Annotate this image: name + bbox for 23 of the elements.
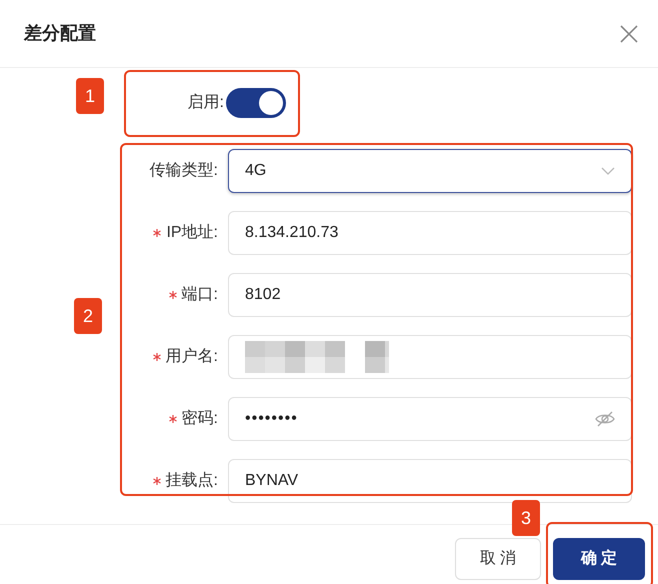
field-label: 挂载点:: [166, 470, 218, 491]
input-field[interactable]: BYNAV: [228, 459, 632, 503]
toggle-switch[interactable]: [226, 88, 286, 118]
input-field[interactable]: 8102: [228, 273, 632, 317]
dialog-title: 差分配置: [24, 22, 96, 45]
cancel-button[interactable]: 取 消: [455, 538, 541, 580]
field-label: 用户名:: [166, 346, 218, 367]
enable-label: 启用:: [186, 92, 225, 113]
select-field[interactable]: 4G: [228, 149, 632, 193]
annotation-badge: 3: [512, 500, 540, 536]
confirm-button[interactable]: 确 定: [553, 538, 645, 580]
input-field[interactable]: [228, 335, 632, 379]
annotation-badge: 1: [76, 78, 104, 114]
password-field[interactable]: ••••••••: [228, 397, 632, 441]
field-label: 密码:: [182, 408, 218, 429]
field-label: 端口:: [182, 284, 218, 305]
input-field[interactable]: 8.134.210.73: [228, 211, 632, 255]
close-icon[interactable]: [620, 24, 638, 42]
field-label: 传输类型:: [150, 160, 218, 181]
chevron-down-icon: [601, 167, 615, 175]
field-label: IP地址:: [166, 222, 218, 243]
annotation-badge: 2: [74, 298, 102, 334]
eye-off-icon: [595, 411, 615, 427]
